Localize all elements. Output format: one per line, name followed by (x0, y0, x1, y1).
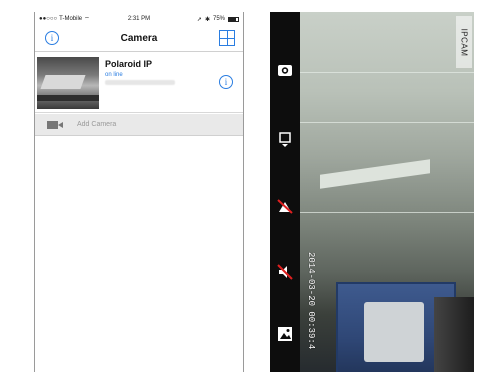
wifi-icon: ⌔ (84, 17, 90, 23)
status-right: ➚ ✱ 75% (169, 16, 239, 23)
battery-icon (228, 16, 239, 22)
status-bar: ●●○○○ T-Mobile ⌔ 2:31 PM ➚ ✱ 75% (35, 12, 243, 26)
camera-video-feed (300, 12, 474, 372)
ceiling-line (300, 122, 474, 123)
page-title: Camera (120, 33, 158, 44)
camera-list-item[interactable]: Polaroid IP on line i (35, 53, 243, 113)
camera-name: Polaroid IP (105, 59, 153, 69)
camera-info-icon[interactable]: i (219, 75, 233, 89)
camera-list-screen: ●●○○○ T-Mobile ⌔ 2:31 PM ➚ ✱ 75% i Camer… (34, 12, 244, 372)
record-icon[interactable] (277, 132, 293, 148)
status-time: 2:31 PM (127, 16, 151, 22)
mute-icon[interactable] (277, 198, 293, 214)
dark-object (434, 297, 474, 372)
bluetooth-icon: ✱ (204, 16, 210, 23)
timestamp-text: 2014-03-20 00:39:4 (306, 252, 316, 350)
video-camera-icon (47, 120, 63, 130)
carrier-label: T-Mobile (59, 16, 83, 22)
camera-status: on line (105, 72, 123, 78)
video-timestamp: 2014-03-20 00:39:4 (300, 252, 318, 372)
live-view-screen: IPCAM 2014-03-20 00:39:4 (270, 12, 474, 372)
live-view-toolbar (270, 12, 300, 372)
info-icon[interactable]: i (45, 31, 59, 45)
ceiling-line (300, 212, 474, 213)
ceiling-vent (320, 159, 430, 189)
album-icon[interactable] (277, 326, 293, 342)
add-camera-button[interactable]: Add Camera (35, 114, 243, 136)
signal-dots-icon: ●●○○○ (39, 16, 58, 22)
signal-carrier: ●●○○○ T-Mobile ⌔ (39, 15, 109, 23)
add-camera-label: Add Camera (77, 121, 117, 128)
camera-uid-blurred (105, 80, 175, 85)
location-icon: ➚ (196, 16, 202, 23)
snapshot-camera-icon[interactable] (277, 62, 293, 78)
speaker-off-icon[interactable] (277, 264, 293, 280)
battery-percent: 75% (212, 16, 225, 22)
grid-view-icon[interactable] (219, 30, 235, 46)
ceiling-line (300, 72, 474, 73)
camera-thumbnail (37, 57, 99, 109)
nav-bar: i Camera (35, 26, 243, 52)
ipcam-overlay-label: IPCAM (456, 16, 472, 68)
ipcam-text: IPCAM (459, 28, 469, 56)
